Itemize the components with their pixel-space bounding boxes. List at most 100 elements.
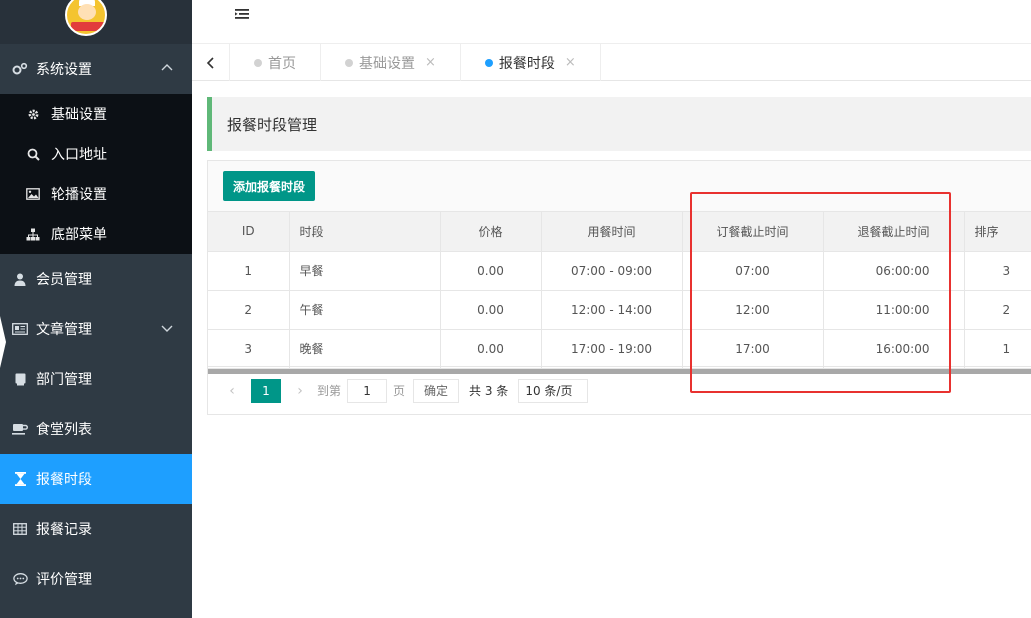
column-header-id[interactable]: ID [208,212,290,252]
sidebar-subitem-entry-url[interactable]: 入口地址 [0,134,192,174]
table-icon [12,521,28,537]
tab-scroll-left-button[interactable] [192,44,230,81]
news-icon [12,321,28,337]
sidebar-item-meal-periods[interactable]: 报餐时段 [0,454,192,504]
sidebar-item-reviews[interactable]: 评价管理 [0,554,192,604]
cell-cancel-deadline: 11:00:00 [823,290,965,330]
sidebar-subitem-basic-settings[interactable]: 基础设置 [0,94,192,134]
menu-toggle-icon[interactable] [234,8,252,24]
sidebar-subitem-carousel[interactable]: 轮播设置 [0,174,192,214]
sidebar-item-label: 会员管理 [36,272,92,288]
sidebar-item-label: 报餐时段 [36,472,92,488]
gear-icon [26,107,40,121]
chevron-up-icon [160,61,174,75]
sidebar-item-meal-records[interactable]: 报餐记录 [0,504,192,554]
meal-period-table: ID 时段 价格 用餐时间 订餐截止时间 退餐截止时间 排序 1 早餐 0.00… [208,212,1031,369]
add-meal-period-button[interactable]: 添加报餐时段 [223,171,316,201]
sitemap-icon [26,227,40,241]
cell-sort: 3 [964,251,1031,291]
sidebar-item-label: 评价管理 [36,572,92,588]
cell-meal-time: 17:00 - 19:00 [541,329,683,369]
sidebar-item-label: 报餐记录 [36,522,92,538]
next-page-icon[interactable]: › [289,383,311,399]
tab-basic-settings[interactable]: 基础设置 × [321,44,461,81]
prev-page-icon[interactable]: ‹ [221,383,243,399]
sidebar-subitem-label: 基础设置 [51,107,107,123]
tab-meal-periods[interactable]: 报餐时段 × [461,44,601,81]
column-header-price[interactable]: 价格 [440,212,542,252]
tab-close-icon[interactable]: × [425,55,436,70]
column-header-cancel-deadline[interactable]: 退餐截止时间 [823,212,965,252]
comment-icon [12,571,28,587]
cell-price: 0.00 [440,329,542,369]
tab-status-dot [484,58,493,67]
sidebar-submenu-system: 基础设置 入口地址 轮播设置 底部菜单 [0,94,192,254]
main-content: 报餐时段管理 添加报餐时段 ID 时段 价格 用餐时间 订餐截止时间 退餐截止时… [192,81,1031,618]
column-header-order-deadline[interactable]: 订餐截止时间 [682,212,824,252]
cell-price: 0.00 [440,251,542,291]
table-row[interactable]: 2 午餐 0.00 12:00 - 14:00 12:00 11:00:00 2 [208,290,1031,330]
cell-sort: 2 [964,290,1031,330]
column-header-period[interactable]: 时段 [289,212,441,252]
cell-period: 午餐 [289,290,441,330]
book-icon [12,371,28,387]
tab-status-dot [254,58,262,67]
user-icon [12,271,28,287]
image-icon [26,187,40,201]
sidebar-item-members[interactable]: 会员管理 [0,254,192,304]
sidebar-subitem-label: 轮播设置 [51,187,107,203]
cell-cancel-deadline: 16:00:00 [823,329,965,369]
page-title: 报餐时段管理 [207,97,1031,151]
page-size-select[interactable]: 10 条/页 [518,378,589,403]
top-header [192,0,1031,44]
logo-area [0,0,192,44]
page-number-current[interactable]: 1 [251,378,281,403]
column-header-sort[interactable]: 排序 [964,212,1031,252]
tab-home[interactable]: 首页 [230,44,321,81]
sidebar-group-system-settings[interactable]: 系统设置 [0,44,192,94]
cell-cancel-deadline: 06:00:00 [823,251,965,291]
sidebar-subitem-bottom-menu[interactable]: 底部菜单 [0,214,192,254]
tab-bar: 首页 基础设置 × 报餐时段 × [192,44,1031,81]
sidebar-subitem-label: 底部菜单 [51,227,107,243]
chef-logo [65,0,107,36]
cell-price: 0.00 [440,290,542,330]
total-count: 共 3 条 [469,384,509,398]
tab-close-icon[interactable]: × [565,55,576,70]
coffee-icon [12,421,28,437]
cell-order-deadline: 17:00 [682,329,824,369]
chevron-down-icon [160,321,174,335]
cell-id: 3 [208,329,290,369]
sidebar-item-articles[interactable]: 文章管理 [0,304,192,354]
hourglass-icon [12,471,28,487]
cell-period: 晚餐 [289,329,441,369]
sidebar-subitem-label: 入口地址 [51,147,107,163]
sidebar-item-departments[interactable]: 部门管理 [0,354,192,404]
sidebar-item-canteens[interactable]: 食堂列表 [0,404,192,454]
tab-label: 报餐时段 [498,55,555,72]
cell-period: 早餐 [289,251,441,291]
cell-meal-time: 07:00 - 09:00 [541,251,683,291]
table-row[interactable]: 3 晚餐 0.00 17:00 - 19:00 17:00 16:00:00 1 [208,329,1031,369]
tab-status-dot [345,58,353,67]
cell-order-deadline: 12:00 [682,290,824,330]
sidebar-group-label: 系统设置 [36,62,92,78]
cell-id: 1 [208,251,290,291]
tab-label: 首页 [268,55,296,72]
chevron-left-icon [206,56,214,69]
sidebar-collapse-notch[interactable] [0,316,6,368]
sidebar-item-label: 部门管理 [36,372,92,388]
gears-icon [12,61,28,77]
goto-label: 到第 [317,384,342,398]
column-header-meal-time[interactable]: 用餐时间 [541,212,683,252]
tab-label: 基础设置 [359,55,415,72]
cell-sort: 1 [964,329,1031,369]
cell-order-deadline: 07:00 [682,251,824,291]
goto-page-input[interactable]: 1 [347,378,388,403]
cell-id: 2 [208,290,290,330]
table-row[interactable]: 1 早餐 0.00 07:00 - 09:00 07:00 06:00:00 3 [208,251,1031,291]
cell-meal-time: 12:00 - 14:00 [541,290,683,330]
sidebar-item-label: 食堂列表 [36,422,92,438]
pagination: ‹ 1 › 到第 1 页 确定 共 3 条 10 条/页 [207,366,1031,414]
goto-confirm-button[interactable]: 确定 [413,378,460,403]
